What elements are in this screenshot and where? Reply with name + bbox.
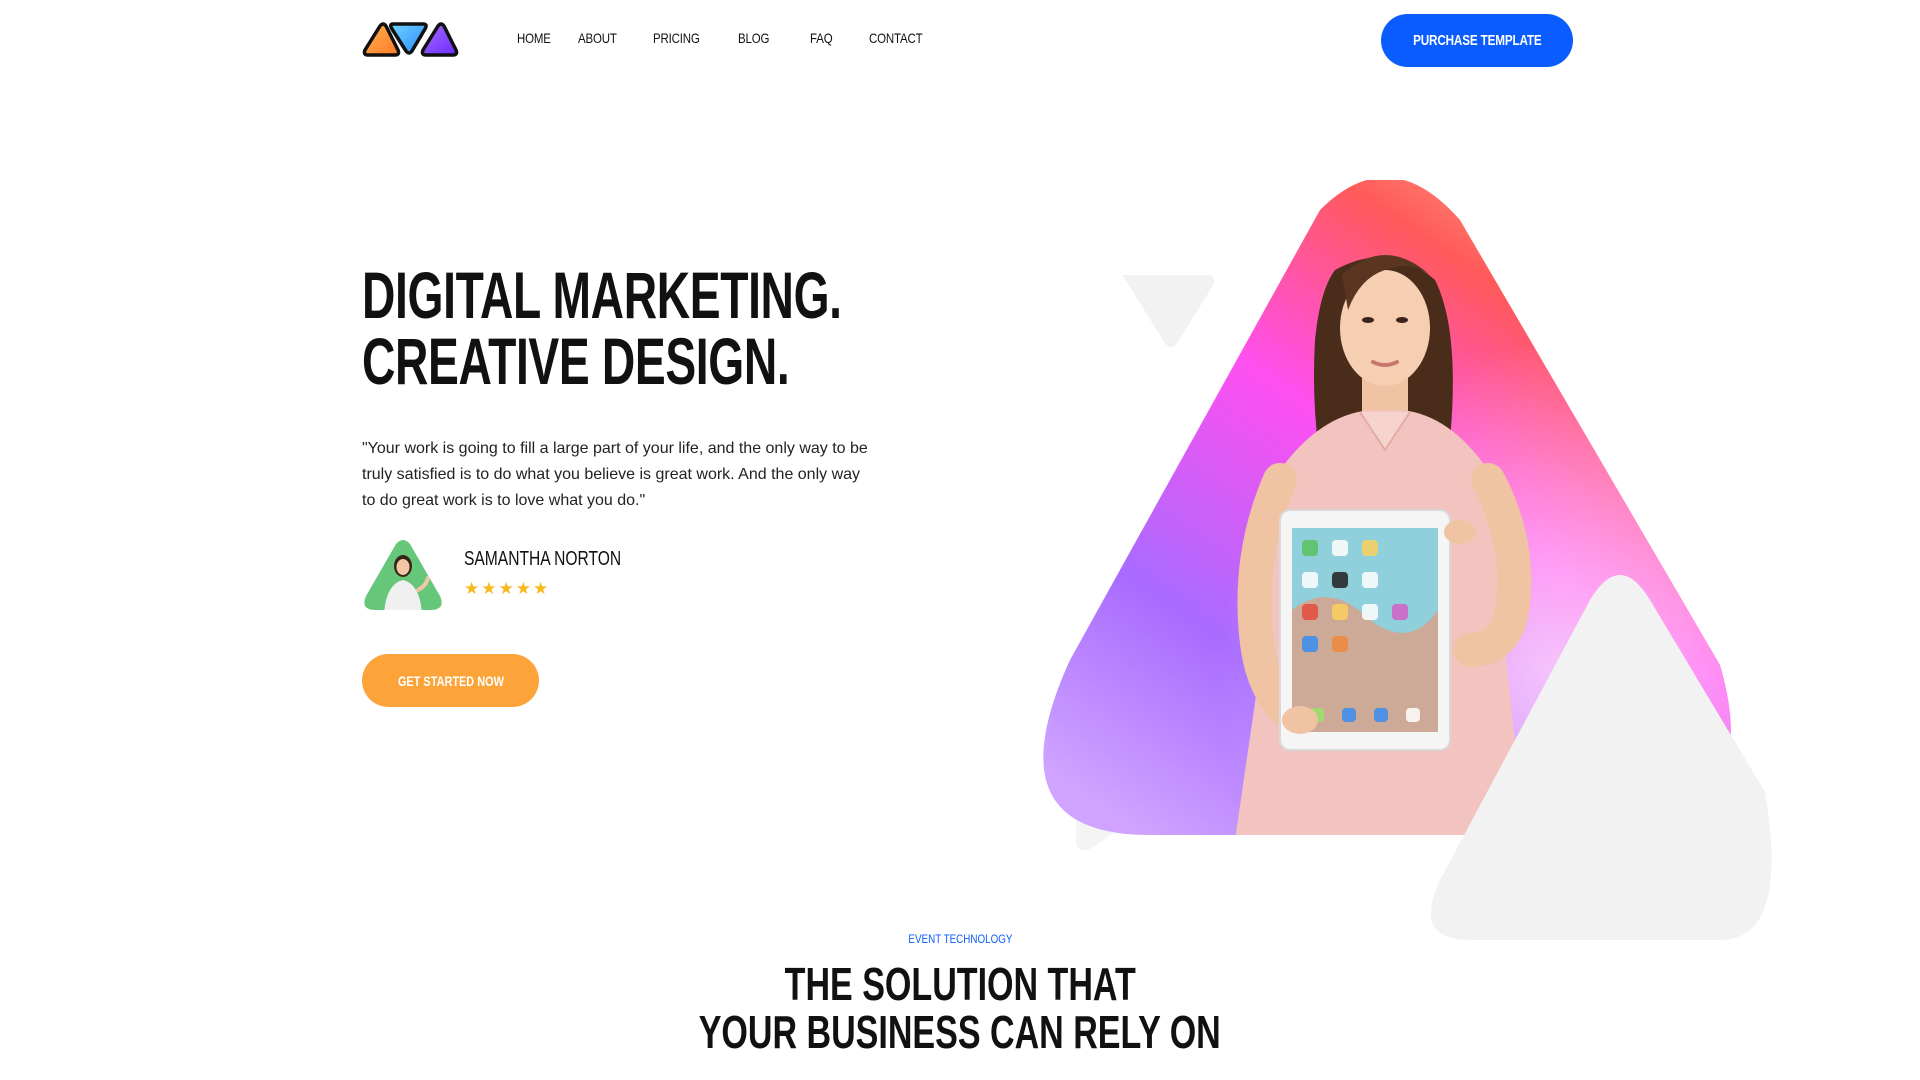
hero-title: DIGITAL MARKETING. CREATIVE DESIGN. [362, 262, 922, 394]
main-nav: HOME ABOUT PRICING BLOG FAQ CONTACT [517, 30, 934, 46]
decor-triangle-top [1122, 275, 1214, 347]
nav-pricing[interactable]: PRICING [653, 30, 700, 46]
nav-home[interactable]: HOME [517, 30, 551, 46]
star-icon: ★ [515, 579, 531, 598]
section-eyebrow-label: EVENT TECHNOLOGY [907, 932, 1013, 946]
author-name: SAMANTHA NORTON [464, 548, 622, 570]
get-started-label: GET STARTED NOW [397, 672, 504, 689]
purchase-template-button[interactable]: PURCHASE TEMPLATE [1381, 14, 1573, 67]
nav-faq[interactable]: FAQ [810, 30, 833, 46]
site-header: HOME ABOUT PRICING BLOG FAQ CONTACT PURC… [0, 0, 1920, 80]
section-title-line-1-text: THE SOLUTION THAT [784, 958, 1136, 1010]
star-icon: ★ [533, 579, 549, 598]
purchase-template-label: PURCHASE TEMPLATE [1412, 32, 1542, 49]
star-icon: ★ [481, 579, 497, 598]
section-title-line-2: YOUR BUSINESS CAN RELY ON [0, 1008, 1920, 1056]
hero-illustration [1043, 180, 1772, 940]
nav-about[interactable]: ABOUT [578, 30, 617, 46]
section-eyebrow: EVENT TECHNOLOGY [0, 932, 1920, 946]
section-title-line-1: THE SOLUTION THAT [0, 960, 1920, 1008]
star-rating: ★ ★ ★ ★ ★ [464, 580, 548, 597]
testimonial-author: SAMANTHA NORTON ★ ★ ★ ★ ★ [362, 538, 662, 614]
hero-quote: "Your work is going to fill a large part… [362, 440, 868, 509]
nav-contact[interactable]: CONTACT [869, 30, 923, 46]
hero-title-line-2: CREATIVE DESIGN. [362, 324, 790, 398]
triangles-logo-icon[interactable] [362, 20, 460, 58]
get-started-button[interactable]: GET STARTED NOW [362, 654, 539, 707]
hero-title-line-1: DIGITAL MARKETING. [362, 258, 842, 332]
star-icon: ★ [464, 579, 480, 598]
star-icon: ★ [498, 579, 514, 598]
section-title-line-2-text: YOUR BUSINESS CAN RELY ON [698, 1006, 1222, 1058]
section-title: THE SOLUTION THAT YOUR BUSINESS CAN RELY… [0, 960, 1920, 1056]
nav-blog[interactable]: BLOG [738, 30, 769, 46]
avatar [364, 540, 442, 610]
